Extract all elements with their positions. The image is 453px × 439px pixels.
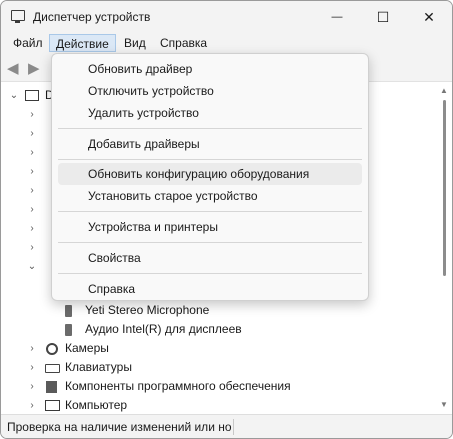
tree-row[interactable]: ›	[1, 238, 49, 257]
speaker-icon	[65, 324, 72, 336]
tree-row[interactable]: ›	[1, 219, 49, 238]
tree-row-yeti-microphone[interactable]: Yeti Stereo Microphone	[1, 301, 261, 320]
tree-row-computer[interactable]: › Компьютер	[1, 396, 261, 414]
status-divider	[233, 419, 234, 435]
menu-divider	[58, 242, 362, 243]
tree-row[interactable]: ›	[1, 105, 49, 124]
maximize-button[interactable]: ☐	[360, 1, 406, 33]
menu-divider	[58, 273, 362, 274]
scroll-down-icon[interactable]: ▼	[439, 400, 449, 410]
menu-divider	[58, 128, 362, 129]
tree-row[interactable]: ›	[1, 124, 49, 143]
tree-row-label: Камеры	[65, 341, 109, 355]
computer-icon	[45, 400, 60, 411]
menu-item-add-legacy-hardware[interactable]: Установить старое устройство	[58, 185, 362, 207]
window-title: Диспетчер устройств	[33, 10, 151, 24]
menu-view[interactable]: Вид	[118, 34, 152, 52]
tree-row-label: Yeti Stereo Microphone	[85, 303, 210, 317]
tree-row-software-components[interactable]: › Компоненты программного обеспечения	[1, 377, 301, 396]
menu-item-add-drivers[interactable]: Добавить драйверы	[58, 133, 362, 155]
tree-row-keyboards[interactable]: › Клавиатуры	[1, 358, 261, 377]
chevron-right-icon[interactable]: ›	[27, 200, 37, 219]
chevron-right-icon[interactable]: ›	[27, 219, 37, 238]
menu-action[interactable]: Действие	[49, 34, 116, 52]
tree-row[interactable]: ›	[1, 200, 49, 219]
menu-item-devices-and-printers[interactable]: Устройства и принтеры	[58, 216, 362, 238]
tree-row-label: Клавиатуры	[65, 360, 132, 374]
menu-item-help[interactable]: Справка	[58, 278, 362, 300]
software-component-icon	[46, 381, 57, 393]
chevron-right-icon[interactable]: ›	[27, 124, 37, 143]
menu-item-disable-device[interactable]: Отключить устройство	[58, 80, 362, 102]
monitor-icon	[11, 10, 25, 23]
keyboard-icon	[45, 364, 60, 373]
speaker-icon	[65, 305, 72, 317]
forward-arrow-icon[interactable]: ▶	[28, 59, 40, 77]
status-text: Проверка на наличие изменений или новых …	[7, 420, 232, 434]
menu-item-uninstall-device[interactable]: Удалить устройство	[58, 102, 362, 124]
chevron-down-icon[interactable]: ⌄	[27, 257, 37, 276]
status-bar: Проверка на наличие изменений или новых …	[1, 414, 452, 438]
tree-row-expanded[interactable]: ⌄	[1, 257, 49, 276]
tree-row-label: Компьютер	[65, 398, 128, 412]
maximize-icon: ☐	[376, 8, 390, 25]
close-button[interactable]: ✕	[406, 1, 452, 33]
scroll-thumb[interactable]	[443, 100, 446, 276]
chevron-right-icon[interactable]: ›	[27, 339, 37, 358]
tree-row-label: Аудио Intel(R) для дисплеев	[85, 322, 242, 336]
device-manager-window: Диспетчер устройств — ☐ ✕ Файл Действие …	[0, 0, 453, 439]
tree-row[interactable]: ›	[1, 162, 49, 181]
vertical-scrollbar[interactable]: ▲ ▼	[436, 82, 452, 414]
chevron-right-icon[interactable]: ›	[27, 105, 37, 124]
tree-row[interactable]: ›	[1, 143, 49, 162]
menu-divider	[58, 211, 362, 212]
title-bar[interactable]: Диспетчер устройств — ☐ ✕	[1, 1, 452, 33]
chevron-right-icon[interactable]: ›	[27, 377, 37, 396]
close-icon: ✕	[423, 8, 435, 25]
action-menu-dropdown: Обновить драйвер Отключить устройство Уд…	[51, 53, 369, 301]
chevron-right-icon[interactable]: ›	[27, 143, 37, 162]
menu-divider	[58, 159, 362, 160]
menu-help[interactable]: Справка	[154, 34, 213, 52]
menu-item-scan-hardware-changes[interactable]: Обновить конфигурацию оборудования	[58, 163, 362, 185]
tree-row-cameras[interactable]: › Камеры	[1, 339, 261, 358]
chevron-right-icon[interactable]: ›	[27, 358, 37, 377]
chevron-down-icon[interactable]: ⌄	[9, 86, 19, 105]
scroll-up-icon[interactable]: ▲	[439, 86, 449, 96]
tree-row-label: Компоненты программного обеспечения	[65, 379, 291, 393]
back-arrow-icon[interactable]: ◀	[7, 59, 19, 77]
minimize-button[interactable]: —	[314, 1, 360, 33]
camera-icon	[46, 343, 58, 355]
chevron-right-icon[interactable]: ›	[27, 238, 37, 257]
tree-row[interactable]: ›	[1, 181, 49, 200]
menu-item-properties[interactable]: Свойства	[58, 247, 362, 269]
minimize-icon: —	[331, 11, 343, 23]
computer-icon	[25, 90, 39, 101]
menu-file[interactable]: Файл	[7, 34, 49, 52]
menu-item-update-driver[interactable]: Обновить драйвер	[58, 58, 362, 80]
chevron-right-icon[interactable]: ›	[27, 181, 37, 200]
chevron-right-icon[interactable]: ›	[27, 396, 37, 414]
chevron-right-icon[interactable]: ›	[27, 162, 37, 181]
tree-row-intel-audio[interactable]: Аудио Intel(R) для дисплеев	[1, 320, 261, 339]
menu-bar: Файл Действие Вид Справка	[1, 33, 452, 53]
